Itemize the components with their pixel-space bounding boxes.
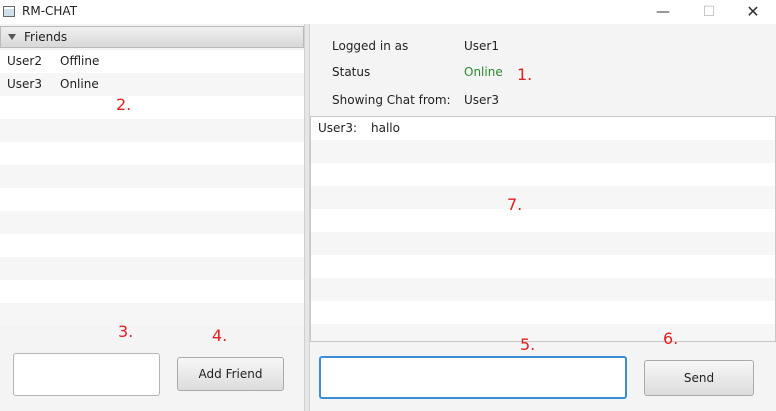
empty-row xyxy=(0,211,304,234)
empty-row xyxy=(0,188,304,211)
empty-row xyxy=(311,140,775,163)
add-friend-input[interactable] xyxy=(13,353,160,396)
empty-row xyxy=(311,209,775,232)
status-label: Status xyxy=(332,65,371,79)
window-title: RM-CHAT xyxy=(22,4,78,18)
message-sender: User3: xyxy=(318,121,358,135)
empty-row xyxy=(0,165,304,188)
add-friend-button[interactable]: Add Friend xyxy=(177,357,284,391)
status-value: Online xyxy=(464,65,503,79)
empty-row xyxy=(311,301,775,324)
message-text: hallo xyxy=(371,121,400,135)
empty-row xyxy=(0,303,304,326)
annotation-2: 2. xyxy=(116,95,132,114)
empty-row xyxy=(311,278,775,301)
send-button[interactable]: Send xyxy=(644,360,754,396)
empty-row xyxy=(0,257,304,280)
empty-row xyxy=(0,119,304,142)
title-bar: RM-CHAT — ☐ ✕ xyxy=(0,0,776,24)
friends-list[interactable]: User2 Offline User3 Online xyxy=(0,50,304,326)
maximize-button[interactable]: ☐ xyxy=(686,0,732,24)
friend-row[interactable]: User2 Offline xyxy=(0,50,304,73)
friend-status: Online xyxy=(60,77,99,91)
empty-row xyxy=(0,96,304,119)
empty-row xyxy=(311,232,775,255)
showing-chat-value: User3 xyxy=(464,93,499,107)
collapse-triangle-icon[interactable] xyxy=(8,34,16,40)
annotation-1: 1. xyxy=(517,65,533,84)
chat-messages-list[interactable]: User3: hallo xyxy=(310,116,776,342)
friend-name: User2 xyxy=(7,54,42,68)
annotation-6: 6. xyxy=(663,329,679,348)
app-icon xyxy=(3,6,15,17)
close-button[interactable]: ✕ xyxy=(730,0,776,24)
chat-message[interactable]: User3: hallo xyxy=(311,117,775,140)
friend-row[interactable]: User3 Online xyxy=(0,73,304,96)
annotation-7: 7. xyxy=(507,195,523,214)
friend-name: User3 xyxy=(7,77,42,91)
empty-row xyxy=(0,142,304,165)
friends-pane: Friends User2 Offline User3 Online Add F… xyxy=(0,24,304,411)
logged-in-value: User1 xyxy=(464,39,499,53)
friends-titled-pane-header[interactable]: Friends xyxy=(0,26,304,48)
annotation-5: 5. xyxy=(520,335,536,354)
minimize-button[interactable]: — xyxy=(640,0,686,24)
friends-title: Friends xyxy=(24,30,68,44)
empty-row xyxy=(0,280,304,303)
empty-row xyxy=(311,163,775,186)
message-input[interactable] xyxy=(319,356,627,399)
friend-status: Offline xyxy=(60,54,100,68)
empty-row xyxy=(311,186,775,209)
empty-row xyxy=(311,255,775,278)
annotation-4: 4. xyxy=(212,326,228,345)
annotation-3: 3. xyxy=(118,322,134,341)
empty-row xyxy=(311,324,775,341)
showing-chat-label: Showing Chat from: xyxy=(332,93,451,107)
chat-pane: Logged in as User1 Status Online Showing… xyxy=(310,24,776,411)
empty-row xyxy=(0,234,304,257)
logged-in-label: Logged in as xyxy=(332,39,409,53)
